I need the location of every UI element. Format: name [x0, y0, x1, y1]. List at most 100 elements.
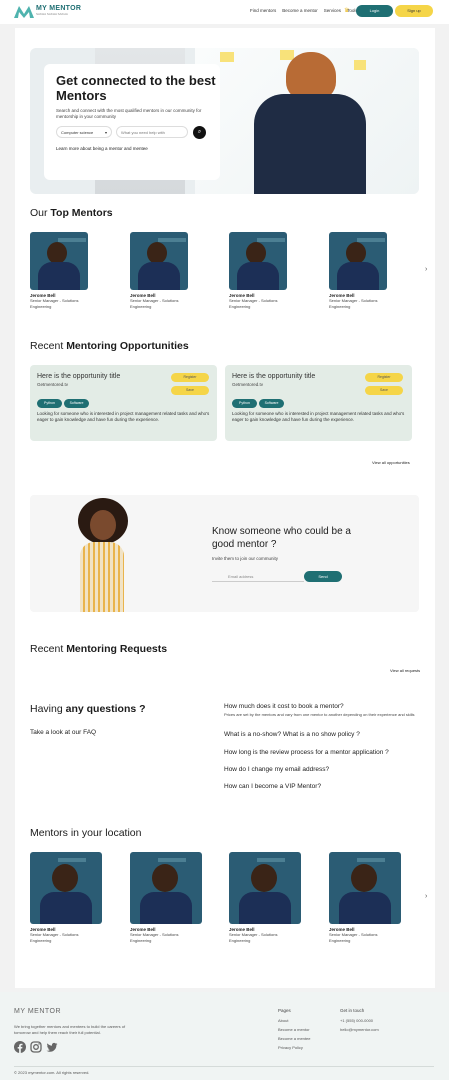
- invite-email-input[interactable]: Email address: [212, 571, 304, 582]
- footer: [0, 992, 449, 1080]
- location-title: Mentors in your location: [30, 827, 142, 839]
- search-icon: ⌕: [197, 129, 202, 135]
- opportunity-source: Getmentored.tv: [37, 382, 69, 387]
- main-nav: Find mentors Become a mentor Services To…: [250, 8, 358, 13]
- logo-icon[interactable]: [14, 4, 34, 18]
- faq-question[interactable]: How long is the review process for a men…: [224, 749, 389, 756]
- faq-question[interactable]: How can I become a VIP Mentor?: [224, 783, 321, 790]
- save-button[interactable]: Save: [171, 386, 209, 395]
- footer-link-about[interactable]: About: [278, 1018, 288, 1023]
- invite-woman-face: [90, 510, 116, 540]
- save-button[interactable]: Save: [365, 386, 403, 395]
- mentor-role: Senior Manager - Solutions Engineering: [30, 932, 79, 943]
- mentor-photo: [329, 852, 401, 924]
- invite-subtitle: Invite them to join our community: [212, 556, 279, 561]
- mentor-role: Senior Manager - Solutions Engineering: [229, 298, 278, 309]
- requests-title-plain: Recent: [30, 643, 67, 655]
- login-button[interactable]: Login: [356, 5, 393, 17]
- opportunities-title-plain: Recent: [30, 340, 67, 352]
- chevron-right-icon[interactable]: ›: [425, 266, 427, 273]
- footer-link-privacy[interactable]: Privacy Policy: [278, 1045, 303, 1050]
- register-button[interactable]: Register: [365, 373, 403, 382]
- view-all-opportunities-link[interactable]: View all opportunities: [372, 460, 410, 465]
- register-button[interactable]: Register: [171, 373, 209, 382]
- view-all-requests-link[interactable]: View all requests: [390, 668, 420, 673]
- opportunity-title: Here is the opportunity title: [37, 373, 121, 380]
- sticky-note: [354, 60, 366, 70]
- mentor-card[interactable]: Jerome Bell Senior Manager - Solutions E…: [30, 232, 92, 309]
- hero-woman-body: [254, 94, 366, 194]
- opportunities-title-bold: Mentoring Opportunities: [66, 340, 189, 352]
- faq-title-bold: any questions ?: [65, 703, 146, 715]
- faq-title-plain: Having: [30, 703, 66, 715]
- instagram-icon[interactable]: [30, 1041, 42, 1053]
- mentor-photo: [30, 232, 88, 290]
- hero-description: Search and connect with the most qualifi…: [56, 108, 202, 119]
- footer-phone[interactable]: +1 (555) 000-0000: [340, 1018, 373, 1023]
- skill-tag[interactable]: Python: [232, 399, 257, 408]
- search-button[interactable]: ⌕: [193, 126, 206, 139]
- mentor-card[interactable]: Jerome Bell Senior Manager - Solutions E…: [130, 232, 192, 309]
- requests-title-bold: Mentoring Requests: [66, 643, 168, 655]
- mentor-card[interactable]: Jerome Bell Senior Manager - Solutions E…: [329, 232, 391, 309]
- skill-tag[interactable]: Software: [64, 399, 89, 408]
- invite-title: Know someone who could be a good mentor …: [212, 526, 351, 550]
- opportunities-title: Recent Mentoring Opportunities: [30, 340, 189, 352]
- mentor-card[interactable]: Jerome Bell Senior Manager - Solutions E…: [329, 852, 403, 943]
- top-mentors-title-bold: Top Mentors: [50, 207, 113, 219]
- learn-more-link[interactable]: Learn more about being a mentor and ment…: [56, 146, 148, 151]
- mentor-photo: [30, 852, 102, 924]
- sticky-note: [220, 52, 234, 62]
- send-invite-button[interactable]: Send: [304, 571, 342, 582]
- faq-question[interactable]: How much does it cost to book a mentor?: [224, 703, 344, 710]
- crown-icon: ♛: [344, 8, 350, 14]
- mentor-role: Senior Manager - Solutions Engineering: [130, 932, 179, 943]
- opportunity-source: Getmentored.tv: [232, 382, 264, 387]
- skill-tag[interactable]: Python: [37, 399, 62, 408]
- footer-link-become-mentee[interactable]: Become a mentee: [278, 1036, 310, 1041]
- facebook-icon[interactable]: [14, 1041, 26, 1053]
- mentor-photo: [229, 232, 287, 290]
- faq-question[interactable]: What is a no-show? What is a no show pol…: [224, 731, 360, 738]
- footer-divider: [14, 1066, 434, 1067]
- mentor-role: Senior Manager - Solutions Engineering: [329, 298, 378, 309]
- signup-button[interactable]: Sign up: [395, 5, 433, 17]
- category-select[interactable]: Computer science ▾: [56, 126, 112, 138]
- footer-description: We bring together mentors and mentees to…: [14, 1024, 126, 1035]
- mentor-card[interactable]: Jerome Bell Senior Manager - Solutions E…: [229, 852, 303, 943]
- hero-title: Get connected to the best Mentors: [56, 73, 216, 103]
- footer-copyright: © 2023 mymentor.com. All rights reserved…: [14, 1070, 90, 1075]
- nav-item-services[interactable]: Services: [324, 8, 341, 13]
- footer-link-become-mentor[interactable]: Become a mentor: [278, 1027, 310, 1032]
- mentor-role: Senior Manager - Solutions Engineering: [130, 298, 179, 309]
- chevron-down-icon: ▾: [104, 130, 107, 135]
- top-mentors-title-plain: Our: [30, 207, 51, 219]
- faq-subtitle: Take a look at our FAQ: [30, 729, 97, 736]
- mentor-photo: [130, 852, 202, 924]
- top-header: MY MENTOR SAKHA SAKHA SAKHA Find mentors…: [0, 0, 449, 24]
- nav-item-find-mentors[interactable]: Find mentors: [250, 8, 276, 13]
- footer-email[interactable]: hello@mymentor.com: [340, 1027, 379, 1032]
- mentor-role: Senior Manager - Solutions Engineering: [30, 298, 79, 309]
- mentor-role: Senior Manager - Solutions Engineering: [229, 932, 278, 943]
- chevron-right-icon[interactable]: ›: [425, 893, 427, 900]
- opportunity-description: Looking for someone who is interested in…: [232, 411, 405, 422]
- hero-woman-hair: [286, 52, 336, 100]
- logo-subtitle: SAKHA SAKHA SAKHA: [36, 12, 68, 16]
- skill-tag[interactable]: Software: [259, 399, 284, 408]
- category-select-value: Computer science: [61, 130, 94, 135]
- opportunity-title: Here is the opportunity title: [232, 373, 316, 380]
- mentor-card[interactable]: Jerome Bell Senior Manager - Solutions E…: [229, 232, 291, 309]
- mentor-card[interactable]: Jerome Bell Senior Manager - Solutions E…: [130, 852, 204, 943]
- faq-question[interactable]: How do I change my email address?: [224, 766, 329, 773]
- mentor-photo: [229, 852, 301, 924]
- opportunity-description: Looking for someone who is interested in…: [37, 411, 210, 422]
- nav-item-become-mentor[interactable]: Become a mentor: [282, 8, 318, 13]
- footer-contact-title: Get in touch: [340, 1008, 365, 1013]
- logo-title[interactable]: MY MENTOR: [36, 5, 81, 12]
- mentor-photo: [329, 232, 387, 290]
- faq-title: Having any questions ?: [30, 703, 146, 715]
- mentor-card[interactable]: Jerome Bell Senior Manager - Solutions E…: [30, 852, 104, 943]
- twitter-icon[interactable]: [46, 1042, 58, 1053]
- search-input[interactable]: What you need help with: [116, 126, 188, 138]
